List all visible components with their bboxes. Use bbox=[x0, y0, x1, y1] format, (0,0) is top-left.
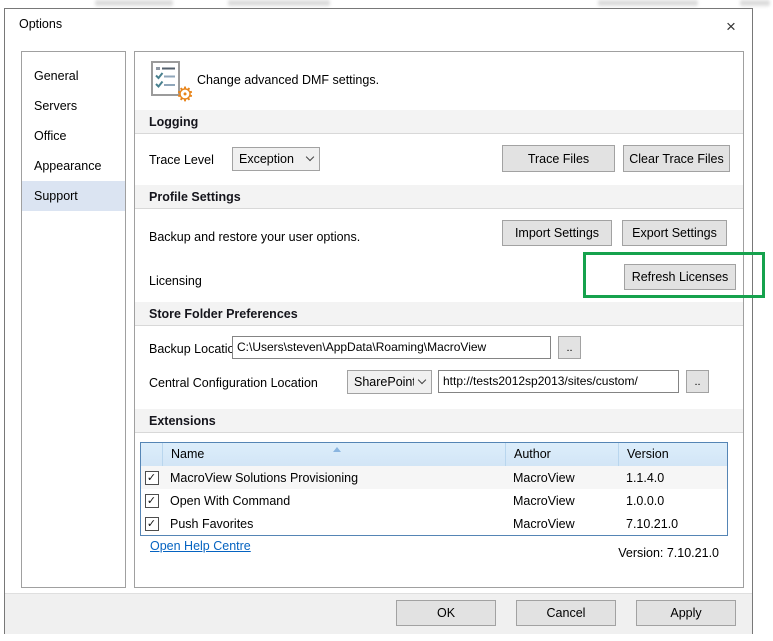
apply-button[interactable]: Apply bbox=[636, 600, 736, 626]
sort-ascending-icon bbox=[333, 447, 341, 452]
ok-button[interactable]: OK bbox=[396, 600, 496, 626]
background-window-artifact bbox=[740, 0, 770, 6]
title-bar: Options × bbox=[5, 9, 752, 43]
trace-files-button[interactable]: Trace Files bbox=[502, 145, 615, 172]
table-row-macroview-solutions[interactable]: ✓ MacroView Solutions Provisioning Macro… bbox=[141, 466, 727, 489]
trace-level-value: Exception bbox=[239, 152, 294, 166]
extension-author: MacroView bbox=[513, 470, 575, 485]
central-config-label: Central Configuration Location bbox=[149, 376, 318, 390]
extension-author: MacroView bbox=[513, 516, 575, 531]
central-config-browse-button[interactable]: .. bbox=[686, 370, 709, 393]
check-icon: ✓ bbox=[146, 472, 157, 484]
table-row-open-with-command[interactable]: ✓ Open With Command MacroView 1.0.0.0 bbox=[141, 489, 727, 512]
open-help-centre-link[interactable]: Open Help Centre bbox=[150, 539, 251, 553]
author-column-header[interactable]: Author bbox=[505, 443, 618, 466]
central-config-type-value: SharePoint bbox=[354, 375, 414, 389]
chevron-down-icon bbox=[417, 375, 427, 385]
support-settings-panel: ⚙ Change advanced DMF settings. Logging … bbox=[134, 51, 744, 588]
table-row-push-favorites[interactable]: ✓ Push Favorites MacroView 7.10.21.0 bbox=[141, 512, 727, 535]
trace-level-label: Trace Level bbox=[149, 153, 214, 167]
sidebar-item-servers[interactable]: Servers bbox=[22, 91, 125, 121]
extension-name: Push Favorites bbox=[170, 516, 254, 531]
options-dialog-window: Options × General Servers Office Appeara… bbox=[4, 8, 753, 634]
sidebar-nav: General Servers Office Appearance Suppor… bbox=[21, 51, 126, 588]
central-config-type-dropdown[interactable]: SharePoint bbox=[347, 370, 432, 394]
central-config-url-input[interactable]: http://tests2012sp2013/sites/custom/ bbox=[438, 370, 679, 393]
extensions-title: Extensions bbox=[149, 414, 216, 428]
import-settings-button[interactable]: Import Settings bbox=[502, 220, 612, 246]
background-window-artifact bbox=[598, 0, 698, 6]
extension-version: 7.10.21.0 bbox=[626, 516, 679, 531]
checkbox-column-header[interactable] bbox=[141, 443, 162, 466]
backup-location-browse-button[interactable]: .. bbox=[558, 336, 581, 359]
extensions-table-header: Name Author Version bbox=[141, 443, 727, 466]
section-header-profile-settings: Profile Settings bbox=[135, 185, 743, 209]
section-header-extensions: Extensions bbox=[135, 409, 743, 433]
dmf-settings-checklist-icon: ⚙ bbox=[149, 60, 194, 105]
trace-level-dropdown[interactable]: Exception bbox=[232, 147, 320, 171]
check-icon: ✓ bbox=[146, 518, 157, 530]
panel-description: Change advanced DMF settings. bbox=[197, 73, 380, 87]
section-header-logging: Logging bbox=[135, 110, 743, 134]
extensions-table: Name Author Version ✓ MacroView Solution… bbox=[140, 442, 728, 536]
window-title: Options bbox=[19, 17, 63, 31]
refresh-licenses-button[interactable]: Refresh Licenses bbox=[624, 264, 736, 290]
logging-title: Logging bbox=[149, 115, 199, 129]
extension-name: Open With Command bbox=[170, 493, 291, 508]
screen-background: Options × General Servers Office Appeara… bbox=[0, 0, 773, 641]
export-settings-button[interactable]: Export Settings bbox=[622, 220, 727, 246]
extension-checkbox[interactable]: ✓ bbox=[144, 516, 159, 531]
backup-location-input[interactable]: C:\Users\steven\AppData\Roaming\MacroVie… bbox=[232, 336, 551, 359]
store-folder-title: Store Folder Preferences bbox=[149, 307, 298, 321]
sidebar-item-general[interactable]: General bbox=[22, 61, 125, 91]
chevron-down-icon bbox=[305, 152, 315, 162]
background-window-artifact bbox=[95, 0, 173, 6]
backup-restore-label: Backup and restore your user options. bbox=[149, 230, 361, 244]
extension-name: MacroView Solutions Provisioning bbox=[170, 470, 359, 485]
profile-settings-title: Profile Settings bbox=[149, 190, 241, 204]
sidebar-item-appearance[interactable]: Appearance bbox=[22, 151, 125, 181]
backup-location-label: Backup Location bbox=[149, 342, 242, 356]
close-icon[interactable]: × bbox=[716, 13, 746, 40]
check-icon: ✓ bbox=[146, 495, 157, 507]
extension-author: MacroView bbox=[513, 493, 575, 508]
sidebar-item-support[interactable]: Support bbox=[22, 181, 125, 211]
extension-checkbox[interactable]: ✓ bbox=[144, 493, 159, 508]
clear-trace-files-button[interactable]: Clear Trace Files bbox=[623, 145, 730, 172]
extension-version: 1.0.0.0 bbox=[626, 493, 665, 508]
background-window-artifact bbox=[228, 0, 330, 6]
sidebar-item-office[interactable]: Office bbox=[22, 121, 125, 151]
version-label: Version: 7.10.21.0 bbox=[618, 546, 719, 560]
cancel-button[interactable]: Cancel bbox=[516, 600, 616, 626]
version-column-header[interactable]: Version bbox=[618, 443, 727, 466]
licensing-label: Licensing bbox=[149, 274, 202, 288]
section-header-store-folder: Store Folder Preferences bbox=[135, 302, 743, 326]
gear-icon: ⚙ bbox=[176, 84, 194, 106]
extension-checkbox[interactable]: ✓ bbox=[144, 470, 159, 485]
extension-version: 1.1.4.0 bbox=[626, 470, 665, 485]
dialog-footer: OK Cancel Apply bbox=[5, 593, 752, 634]
